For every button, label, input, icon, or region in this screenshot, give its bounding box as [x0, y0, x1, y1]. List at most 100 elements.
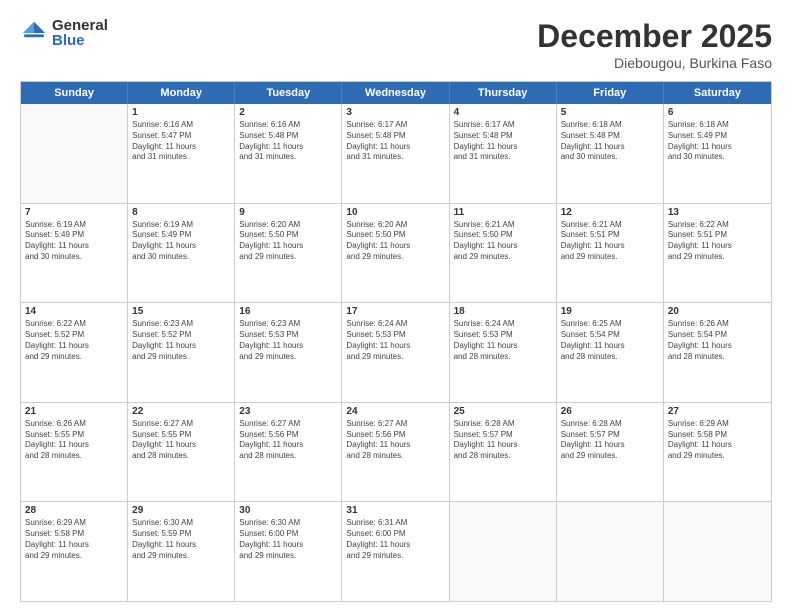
calendar-cell: 26Sunrise: 6:28 AM Sunset: 5:57 PM Dayli…: [557, 403, 664, 502]
cell-info: Sunrise: 6:24 AM Sunset: 5:53 PM Dayligh…: [454, 319, 552, 362]
cell-info: Sunrise: 6:31 AM Sunset: 6:00 PM Dayligh…: [346, 518, 444, 561]
day-number: 1: [132, 107, 230, 118]
cell-info: Sunrise: 6:16 AM Sunset: 5:48 PM Dayligh…: [239, 120, 337, 163]
cell-info: Sunrise: 6:29 AM Sunset: 5:58 PM Dayligh…: [25, 518, 123, 561]
day-number: 15: [132, 306, 230, 317]
calendar-cell: 4Sunrise: 6:17 AM Sunset: 5:48 PM Daylig…: [450, 104, 557, 203]
day-number: 29: [132, 505, 230, 516]
calendar-header-day: Wednesday: [342, 82, 449, 104]
cell-info: Sunrise: 6:27 AM Sunset: 5:56 PM Dayligh…: [239, 419, 337, 462]
day-number: 8: [132, 207, 230, 218]
cell-info: Sunrise: 6:26 AM Sunset: 5:55 PM Dayligh…: [25, 419, 123, 462]
day-number: 13: [668, 207, 767, 218]
calendar-body: 1 Sunrise: 6:16 AM Sunset: 5:47 PM Daylig…: [21, 104, 771, 601]
calendar-header-day: Friday: [557, 82, 664, 104]
title-block: December 2025 Diebougou, Burkina Faso: [537, 18, 772, 71]
day-number: 4: [454, 107, 552, 118]
page-title: December 2025: [537, 18, 772, 55]
cell-info: Sunrise: 6:18 AM Sunset: 5:49 PM Dayligh…: [668, 120, 767, 163]
calendar-cell: [664, 502, 771, 601]
cell-info: Sunrise: 6:23 AM Sunset: 5:52 PM Dayligh…: [132, 319, 230, 362]
calendar-cell: 27 Sunrise: 6:29 AM Sunset: 5:58 PM Dayli…: [664, 403, 771, 502]
calendar-cell: 30 Sunrise: 6:30 AM Sunset: 6:00 PM Dayli…: [235, 502, 342, 601]
calendar-cell: 3Sunrise: 6:17 AM Sunset: 5:48 PM Daylig…: [342, 104, 449, 203]
calendar-cell: [450, 502, 557, 601]
cell-info: Sunrise: 6:30 AM Sunset: 6:00 PM Dayligh…: [239, 518, 337, 561]
logo-general-label: General: [52, 18, 108, 33]
logo-text: General Blue: [52, 18, 108, 48]
cell-info: Sunrise: 6:29 AM Sunset: 5:58 PM Dayligh…: [668, 419, 767, 462]
calendar-week: 1 Sunrise: 6:16 AM Sunset: 5:47 PM Daylig…: [21, 104, 771, 204]
page: General Blue December 2025 Diebougou, Bu…: [0, 0, 792, 612]
cell-info: Sunrise: 6:30 AM Sunset: 5:59 PM Dayligh…: [132, 518, 230, 561]
cell-info: Sunrise: 6:19 AM Sunset: 5:49 PM Dayligh…: [132, 220, 230, 263]
day-number: 6: [668, 107, 767, 118]
calendar-cell: 8 Sunrise: 6:19 AM Sunset: 5:49 PM Daylig…: [128, 204, 235, 303]
cell-info: Sunrise: 6:26 AM Sunset: 5:54 PM Dayligh…: [668, 319, 767, 362]
day-number: 27: [668, 406, 767, 417]
calendar-cell: 7Sunrise: 6:19 AM Sunset: 5:49 PM Daylig…: [21, 204, 128, 303]
calendar-cell: 1 Sunrise: 6:16 AM Sunset: 5:47 PM Daylig…: [128, 104, 235, 203]
day-number: 31: [346, 505, 444, 516]
day-number: 28: [25, 505, 123, 516]
logo: General Blue: [20, 18, 108, 48]
calendar-header-day: Monday: [128, 82, 235, 104]
day-number: 17: [346, 306, 444, 317]
cell-info: Sunrise: 6:18 AM Sunset: 5:48 PM Dayligh…: [561, 120, 659, 163]
day-number: 30: [239, 505, 337, 516]
calendar-cell: 20Sunrise: 6:26 AM Sunset: 5:54 PM Dayli…: [664, 303, 771, 402]
day-number: 19: [561, 306, 659, 317]
cell-info: Sunrise: 6:27 AM Sunset: 5:55 PM Dayligh…: [132, 419, 230, 462]
calendar-cell: 18 Sunrise: 6:24 AM Sunset: 5:53 PM Dayli…: [450, 303, 557, 402]
cell-info: Sunrise: 6:25 AM Sunset: 5:54 PM Dayligh…: [561, 319, 659, 362]
cell-info: Sunrise: 6:28 AM Sunset: 5:57 PM Dayligh…: [454, 419, 552, 462]
calendar-cell: 22 Sunrise: 6:27 AM Sunset: 5:55 PM Dayli…: [128, 403, 235, 502]
calendar-cell: 28 Sunrise: 6:29 AM Sunset: 5:58 PM Dayli…: [21, 502, 128, 601]
calendar-cell: 17Sunrise: 6:24 AM Sunset: 5:53 PM Dayli…: [342, 303, 449, 402]
calendar-cell: 15 Sunrise: 6:23 AM Sunset: 5:52 PM Dayli…: [128, 303, 235, 402]
day-number: 10: [346, 207, 444, 218]
cell-info: Sunrise: 6:28 AM Sunset: 5:57 PM Dayligh…: [561, 419, 659, 462]
cell-info: Sunrise: 6:20 AM Sunset: 5:50 PM Dayligh…: [346, 220, 444, 263]
day-number: 3: [346, 107, 444, 118]
calendar-header-day: Thursday: [450, 82, 557, 104]
calendar-cell: 23 Sunrise: 6:27 AM Sunset: 5:56 PM Dayli…: [235, 403, 342, 502]
calendar-cell: 16Sunrise: 6:23 AM Sunset: 5:53 PM Dayli…: [235, 303, 342, 402]
day-number: 22: [132, 406, 230, 417]
logo-icon: [20, 19, 48, 47]
cell-info: Sunrise: 6:20 AM Sunset: 5:50 PM Dayligh…: [239, 220, 337, 263]
day-number: 5: [561, 107, 659, 118]
calendar-week: 14 Sunrise: 6:22 AM Sunset: 5:52 PM Dayli…: [21, 303, 771, 403]
day-number: 18: [454, 306, 552, 317]
calendar-cell: 9 Sunrise: 6:20 AM Sunset: 5:50 PM Daylig…: [235, 204, 342, 303]
cell-info: Sunrise: 6:22 AM Sunset: 5:52 PM Dayligh…: [25, 319, 123, 362]
calendar-cell: 2 Sunrise: 6:16 AM Sunset: 5:48 PM Daylig…: [235, 104, 342, 203]
calendar-header-day: Saturday: [664, 82, 771, 104]
calendar-header-row: SundayMondayTuesdayWednesdayThursdayFrid…: [21, 82, 771, 104]
day-number: 11: [454, 207, 552, 218]
calendar-cell: 29 Sunrise: 6:30 AM Sunset: 5:59 PM Dayli…: [128, 502, 235, 601]
calendar-cell: 14 Sunrise: 6:22 AM Sunset: 5:52 PM Dayli…: [21, 303, 128, 402]
day-number: 9: [239, 207, 337, 218]
day-number: 23: [239, 406, 337, 417]
cell-info: Sunrise: 6:16 AM Sunset: 5:47 PM Dayligh…: [132, 120, 230, 163]
calendar-cell: 11Sunrise: 6:21 AM Sunset: 5:50 PM Dayli…: [450, 204, 557, 303]
calendar-cell: 25Sunrise: 6:28 AM Sunset: 5:57 PM Dayli…: [450, 403, 557, 502]
calendar-header-day: Sunday: [21, 82, 128, 104]
cell-info: Sunrise: 6:21 AM Sunset: 5:51 PM Dayligh…: [561, 220, 659, 263]
day-number: 14: [25, 306, 123, 317]
day-number: 2: [239, 107, 337, 118]
calendar-cell: 12 Sunrise: 6:21 AM Sunset: 5:51 PM Dayli…: [557, 204, 664, 303]
day-number: 24: [346, 406, 444, 417]
calendar-header-day: Tuesday: [235, 82, 342, 104]
day-number: 12: [561, 207, 659, 218]
page-subtitle: Diebougou, Burkina Faso: [537, 55, 772, 71]
calendar-cell: [557, 502, 664, 601]
cell-info: Sunrise: 6:22 AM Sunset: 5:51 PM Dayligh…: [668, 220, 767, 263]
calendar-week: 21Sunrise: 6:26 AM Sunset: 5:55 PM Dayli…: [21, 403, 771, 503]
logo-blue-label: Blue: [52, 33, 108, 48]
calendar-cell: [21, 104, 128, 203]
cell-info: Sunrise: 6:27 AM Sunset: 5:56 PM Dayligh…: [346, 419, 444, 462]
cell-info: Sunrise: 6:23 AM Sunset: 5:53 PM Dayligh…: [239, 319, 337, 362]
calendar-cell: 19 Sunrise: 6:25 AM Sunset: 5:54 PM Dayli…: [557, 303, 664, 402]
